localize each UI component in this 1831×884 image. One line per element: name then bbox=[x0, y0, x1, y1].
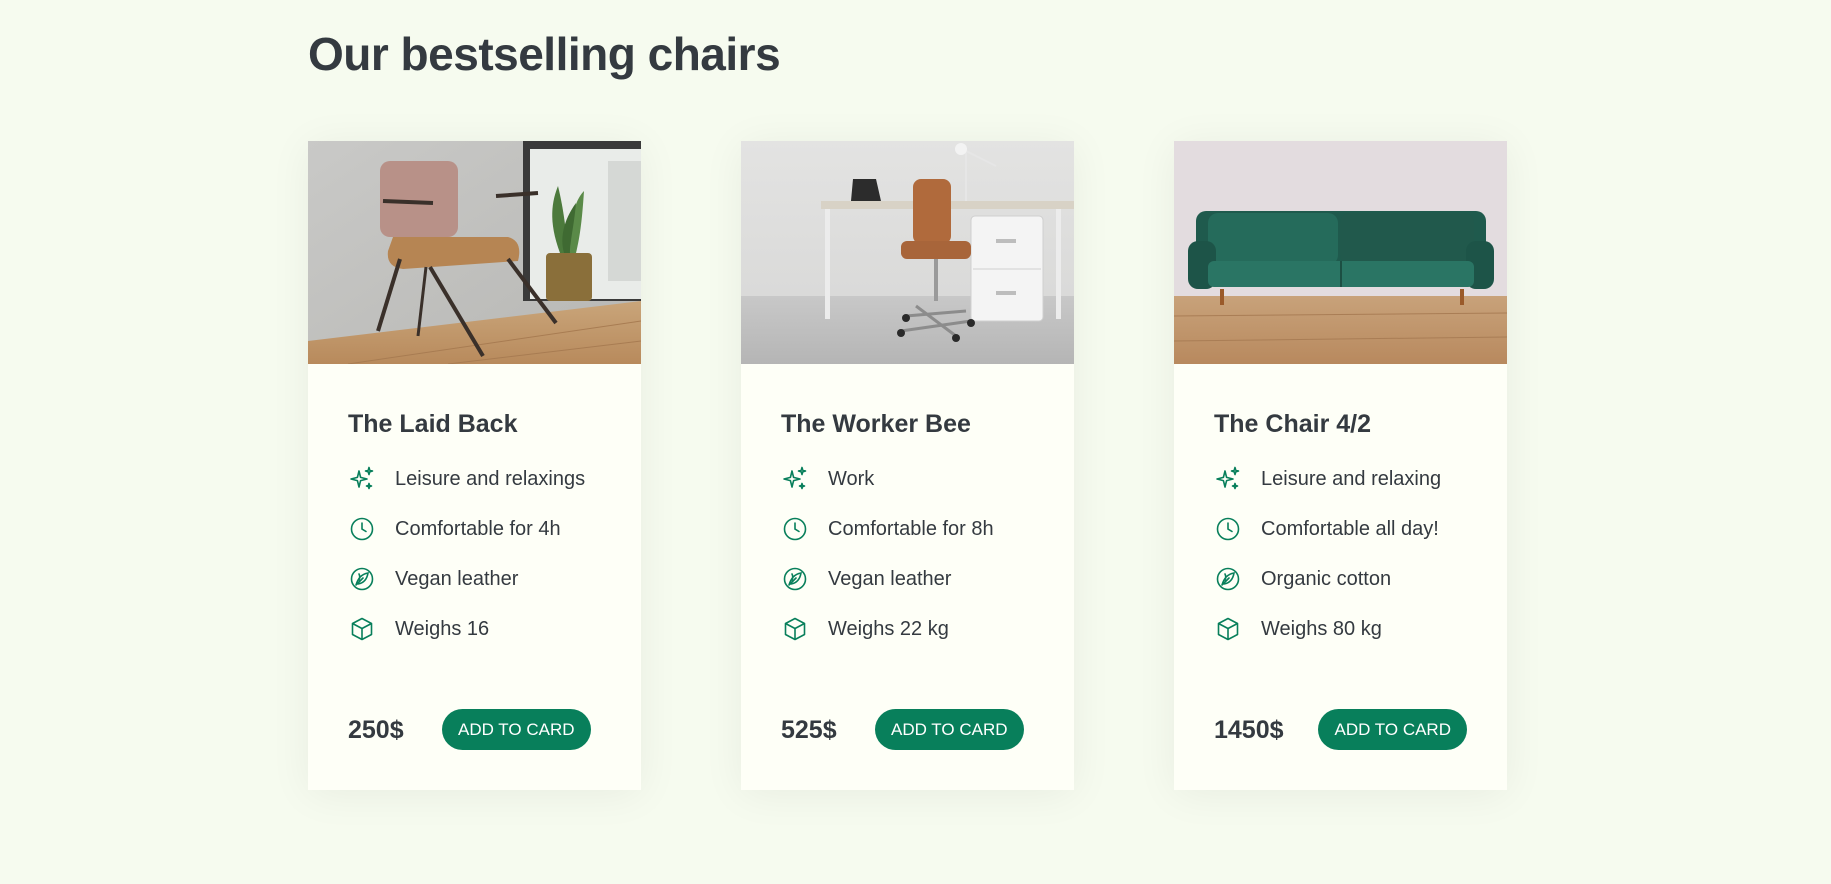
feature-text: Comfortable for 4h bbox=[395, 518, 561, 540]
add-to-card-button[interactable]: ADD TO CARD bbox=[875, 709, 1024, 750]
feature-text: Work bbox=[828, 468, 875, 490]
clock-icon bbox=[1214, 515, 1242, 543]
sparkles-icon bbox=[781, 465, 809, 493]
product-card-chair-4-2: The Chair 4/2 Leisure and relaxing Comfo… bbox=[1174, 141, 1507, 790]
card-footer: 525$ ADD TO CARD bbox=[781, 709, 1034, 750]
product-card-laid-back: The Laid Back Leisure and relaxings Comf… bbox=[308, 141, 641, 790]
product-image-sofa bbox=[1174, 141, 1507, 364]
feature-text: Weighs 22 kg bbox=[828, 618, 949, 640]
sparkles-icon bbox=[1214, 465, 1242, 493]
product-title: The Laid Back bbox=[348, 410, 518, 438]
box-icon bbox=[781, 615, 809, 643]
feature-item: Comfortable for 4h bbox=[348, 513, 601, 545]
feature-item: Weighs 22 kg bbox=[781, 613, 1034, 645]
product-title: The Chair 4/2 bbox=[1214, 410, 1371, 438]
clock-icon bbox=[348, 515, 376, 543]
feature-text: Comfortable for 8h bbox=[828, 518, 994, 540]
product-title: The Worker Bee bbox=[781, 410, 971, 438]
feature-item: Work bbox=[781, 463, 1034, 495]
page-title: Our bestselling chairs bbox=[308, 28, 781, 80]
feature-text: Organic cotton bbox=[1261, 568, 1392, 590]
feature-text: Leisure and relaxing bbox=[1261, 468, 1442, 490]
feature-item: Leisure and relaxings bbox=[348, 463, 601, 495]
feature-item: Vegan leather bbox=[781, 563, 1034, 595]
product-price: 1450$ bbox=[1214, 715, 1284, 744]
product-image-armchair bbox=[308, 141, 641, 364]
add-to-card-button[interactable]: ADD TO CARD bbox=[1318, 709, 1467, 750]
product-image-office-chair bbox=[741, 141, 1074, 364]
card-footer: 1450$ ADD TO CARD bbox=[1214, 709, 1467, 750]
feature-item: Comfortable for 8h bbox=[781, 513, 1034, 545]
clock-icon bbox=[781, 515, 809, 543]
feature-item: Vegan leather bbox=[348, 563, 601, 595]
feature-text: Leisure and relaxings bbox=[395, 468, 586, 490]
add-to-card-button[interactable]: ADD TO CARD bbox=[442, 709, 591, 750]
feature-item: Weighs 80 kg bbox=[1214, 613, 1467, 645]
product-price: 250$ bbox=[348, 715, 404, 744]
feature-item: Organic cotton bbox=[1214, 563, 1467, 595]
box-icon bbox=[348, 615, 376, 643]
feature-item: Comfortable all day! bbox=[1214, 513, 1467, 545]
feature-text: Comfortable all day! bbox=[1261, 518, 1439, 540]
product-price: 525$ bbox=[781, 715, 837, 744]
product-cards: The Laid Back Leisure and relaxings Comf… bbox=[308, 141, 1507, 790]
feature-list: Leisure and relaxing Comfortable all day… bbox=[1214, 463, 1467, 645]
feature-text: Weighs 16 bbox=[395, 618, 490, 640]
feature-item: Leisure and relaxing bbox=[1214, 463, 1467, 495]
sparkles-icon bbox=[348, 465, 376, 493]
feature-text: Weighs 80 kg bbox=[1261, 618, 1382, 640]
product-card-worker-bee: The Worker Bee Work Comfortable for 8h V… bbox=[741, 141, 1074, 790]
feature-text: Vegan leather bbox=[395, 568, 519, 590]
leaf-icon bbox=[781, 565, 809, 593]
leaf-icon bbox=[1214, 565, 1242, 593]
feature-text: Vegan leather bbox=[828, 568, 952, 590]
feature-list: Leisure and relaxings Comfortable for 4h… bbox=[348, 463, 601, 645]
card-footer: 250$ ADD TO CARD bbox=[348, 709, 601, 750]
feature-item: Weighs 16 bbox=[348, 613, 601, 645]
leaf-icon bbox=[348, 565, 376, 593]
feature-list: Work Comfortable for 8h Vegan leather We… bbox=[781, 463, 1034, 645]
box-icon bbox=[1214, 615, 1242, 643]
